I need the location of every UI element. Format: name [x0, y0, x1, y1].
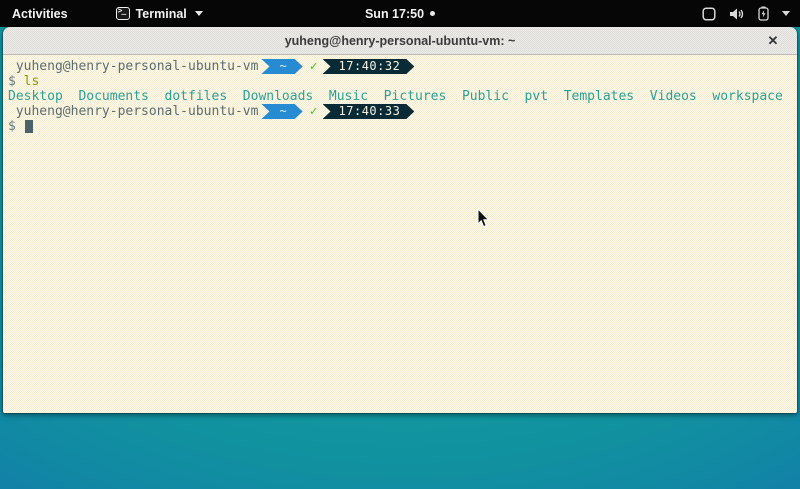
- battery-charging-icon: [758, 6, 769, 21]
- volume-icon: [729, 7, 745, 21]
- display-icon: [702, 7, 716, 21]
- chevron-down-icon: [195, 11, 203, 16]
- prompt-host: yuheng@henry-personal-ubuntu-vm: [8, 59, 258, 74]
- notification-dot: [430, 11, 435, 16]
- mouse-cursor: [477, 209, 490, 228]
- command-line: $ ls: [8, 74, 793, 89]
- prompt-line-1: yuheng@henry-personal-ubuntu-vm ~ ✓ 17:4…: [8, 59, 793, 74]
- activities-button[interactable]: Activities: [0, 0, 80, 27]
- prompt-status-check: ✓: [303, 59, 323, 74]
- status-tray[interactable]: [702, 0, 794, 27]
- input-line[interactable]: $: [8, 119, 793, 134]
- prompt-status-check: ✓: [303, 104, 323, 119]
- top-bar: Activities >_ Terminal Sun 17:50: [0, 0, 800, 27]
- prompt-host: yuheng@henry-personal-ubuntu-vm: [8, 104, 258, 119]
- system-menu-chevron-icon: [782, 11, 790, 16]
- terminal-app-icon: >_: [116, 7, 130, 20]
- typed-command: ls: [24, 74, 40, 89]
- prompt-line-2: yuheng@henry-personal-ubuntu-vm ~ ✓ 17:4…: [8, 104, 793, 119]
- app-menu-terminal[interactable]: >_ Terminal: [108, 0, 211, 27]
- app-menu-label: Terminal: [136, 7, 187, 21]
- prompt-symbol: $: [8, 74, 16, 89]
- window-titlebar[interactable]: yuheng@henry-personal-ubuntu-vm: ~ ✕: [3, 27, 797, 55]
- window-title: yuheng@henry-personal-ubuntu-vm: ~: [285, 34, 516, 48]
- prompt-time-segment: 17:40:32: [323, 59, 415, 74]
- terminal-content[interactable]: yuheng@henry-personal-ubuntu-vm ~ ✓ 17:4…: [3, 55, 797, 413]
- close-button[interactable]: ✕: [763, 31, 783, 51]
- terminal-window: yuheng@henry-personal-ubuntu-vm: ~ ✕ yuh…: [3, 27, 797, 413]
- prompt-cwd-segment: ~: [261, 104, 302, 119]
- ls-output: Desktop Documents dotfiles Downloads Mus…: [8, 89, 793, 104]
- text-cursor: [25, 120, 33, 133]
- prompt-time-segment: 17:40:33: [323, 104, 415, 119]
- prompt-symbol: $: [8, 119, 16, 134]
- prompt-cwd-segment: ~: [261, 59, 302, 74]
- clock-label[interactable]: Sun 17:50: [365, 7, 424, 21]
